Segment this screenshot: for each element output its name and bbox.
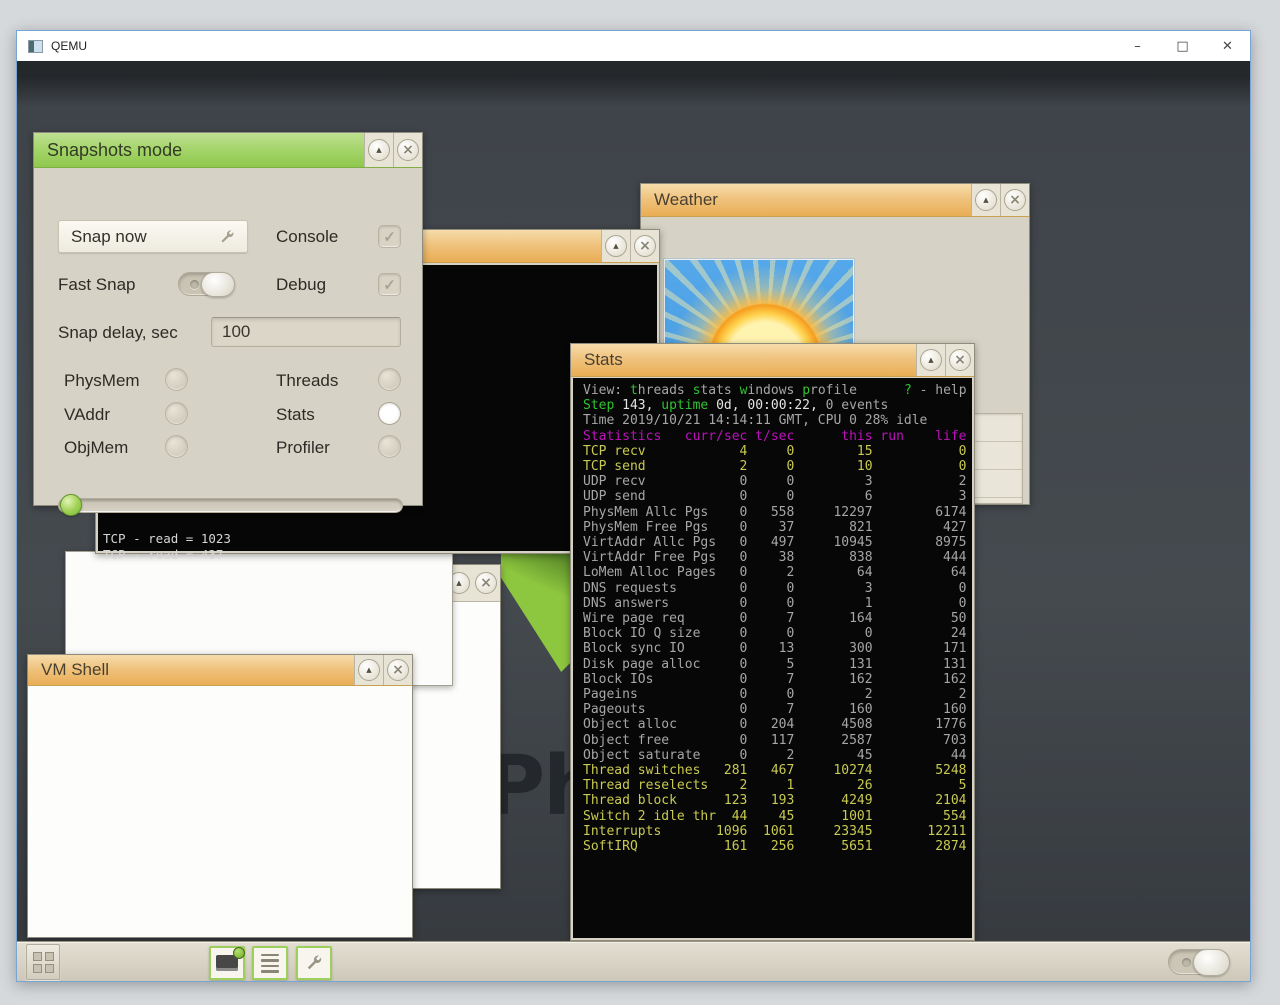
shade-button[interactable] [368,139,390,161]
fast-snap-toggle[interactable] [178,272,235,297]
taskbar-windows-button[interactable] [209,946,245,980]
shade-button[interactable] [920,349,942,371]
screen: QEMU – □ ✕ Ph Weather ▲ × ▲ × ▲ × TCP - … [0,0,1280,1005]
vaddr-label: VAddr [64,404,110,424]
objmem-radio[interactable] [165,435,188,458]
taskbar-log-button[interactable] [252,946,288,980]
shade-button[interactable] [605,235,627,257]
console-checkbox[interactable] [378,225,401,248]
taskbar [17,941,1250,981]
vaddr-radio[interactable] [165,402,188,425]
threads-radio[interactable] [378,368,401,391]
snapshots-window: Snapshots mode Snap now Console Fast Sna… [33,132,423,516]
stats-table: View: threads stats windows profile ? - … [583,383,967,855]
stats-terminal: View: threads stats windows profile ? - … [573,378,972,938]
objmem-label: ObjMem [64,437,129,457]
snap-delay-input[interactable] [211,317,401,347]
qemu-window: QEMU – □ ✕ Ph Weather ▲ × ▲ × ▲ × TCP - … [16,30,1251,982]
stats-window: Stats View: threads stats windows profil… [570,343,975,941]
snapshots-titlebar[interactable]: Snapshots mode [34,133,422,168]
qemu-titlebar[interactable]: QEMU – □ ✕ [17,31,1250,61]
close-button[interactable] [949,349,971,371]
shade-button[interactable] [358,659,380,681]
taskbar-toggle[interactable] [1168,949,1230,976]
stats-radio[interactable] [378,402,401,425]
physmem-label: PhysMem [64,370,140,390]
debug-checkbox-label: Debug [276,274,327,294]
wrench-icon [221,229,234,242]
weather-title: Weather [654,190,718,209]
vm-shell-title: VM Shell [41,660,110,679]
screen-icon [216,947,245,971]
physmem-radio[interactable] [165,368,188,391]
minimize-icon[interactable]: – [1115,31,1160,61]
snap-delay-label: Snap delay, sec [58,322,178,342]
wrench-icon [307,955,322,970]
shade-button[interactable] [975,189,997,211]
qemu-app-icon [28,39,43,53]
weather-titlebar[interactable]: Weather [641,184,1029,217]
start-menu-button[interactable] [26,944,60,980]
stats-label: Stats [276,404,315,424]
guest-desktop: Ph Weather ▲ × ▲ × ▲ × TCP - read = 1023… [17,61,1250,981]
fast-snap-label: Fast Snap [58,274,136,294]
console-line: TCP - read = 437 [103,546,224,562]
stats-titlebar[interactable]: Stats [571,344,974,377]
close-button[interactable] [634,235,656,257]
notification-badge [233,947,245,959]
qemu-title: QEMU [51,39,87,53]
qemu-window-controls: – □ ✕ [1115,31,1250,61]
profiler-label: Profiler [276,437,330,457]
vm-shell-window: VM Shell [27,654,413,938]
profiler-radio[interactable] [378,435,401,458]
threads-label: Threads [276,370,339,390]
vm-shell-content[interactable] [28,686,412,937]
list-icon [261,953,279,973]
close-icon[interactable]: ✕ [1205,31,1250,61]
taskbar-tools-button[interactable] [296,946,332,980]
snapshot-slider[interactable] [58,494,403,516]
close-button[interactable] [397,139,419,161]
vm-shell-titlebar[interactable]: VM Shell [28,655,412,686]
grid-icon [32,951,54,973]
snapshots-title: Snapshots mode [47,139,183,160]
maximize-icon[interactable]: □ [1160,31,1205,61]
stats-title: Stats [584,350,623,369]
debug-checkbox[interactable] [378,273,401,296]
close-button[interactable] [387,659,409,681]
console-line: TCP - read = 1023 [103,531,231,546]
close-button[interactable] [1004,189,1026,211]
snap-now-button[interactable]: Snap now [58,220,248,253]
close-button[interactable] [475,572,497,594]
console-checkbox-label: Console [276,226,339,246]
slider-handle[interactable] [60,494,82,516]
